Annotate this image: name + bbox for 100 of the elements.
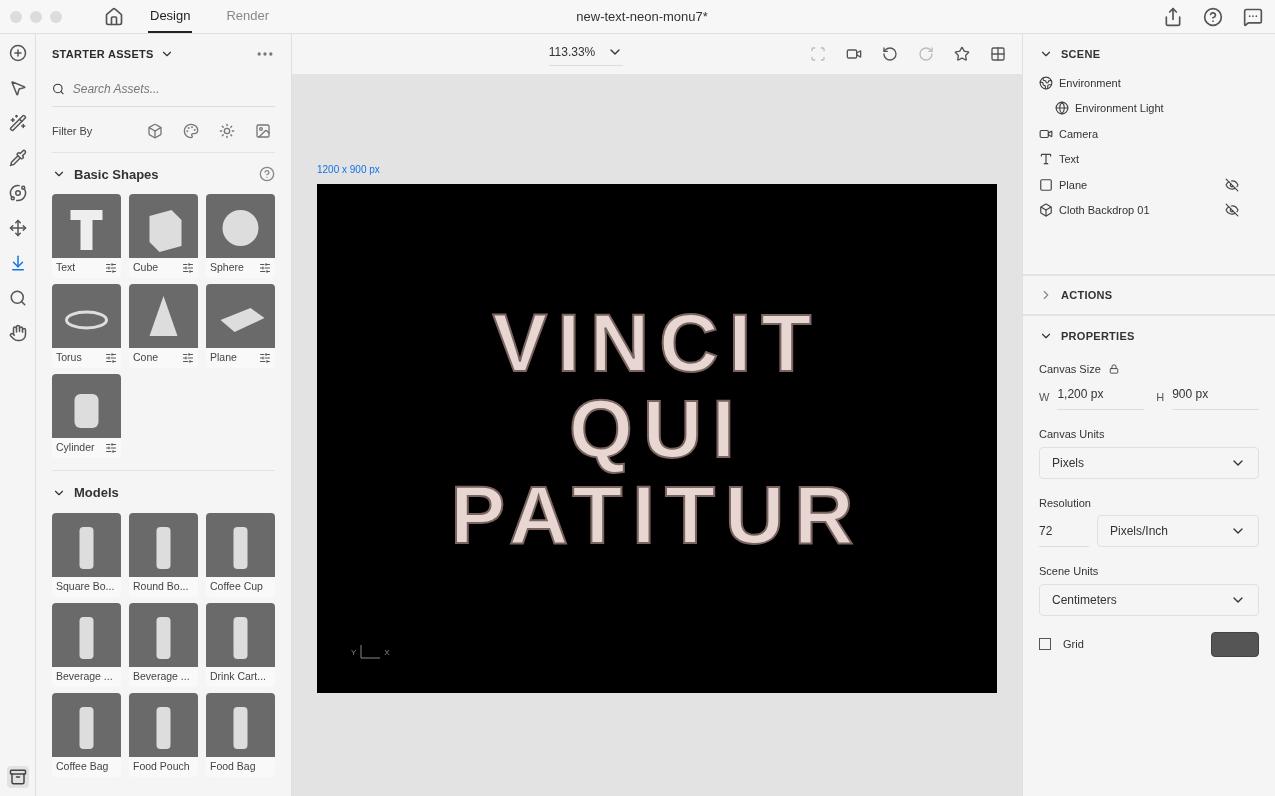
- scene-item[interactable]: Cloth Backdrop 01: [1059, 202, 1219, 219]
- asset-tile[interactable]: Coffee Cup: [206, 512, 275, 597]
- asset-label: Sphere: [210, 260, 244, 276]
- tab[interactable]: Design: [148, 0, 193, 33]
- camera-icon[interactable]: [846, 46, 862, 62]
- help-icon[interactable]: [259, 166, 275, 183]
- light-filter-icon[interactable]: [219, 123, 235, 140]
- panel-title[interactable]: STARTER ASSETS: [52, 45, 154, 63]
- hidden-icon[interactable]: [1225, 203, 1239, 218]
- asset-tile[interactable]: Square Bo...: [52, 512, 121, 597]
- tool-icon[interactable]: [8, 184, 27, 202]
- settings-icon[interactable]: [259, 352, 271, 364]
- asset-label: Drink Cart...: [210, 668, 266, 684]
- asset-thumbnail: [52, 692, 121, 757]
- asset-label: Food Bag: [210, 758, 256, 774]
- settings-icon[interactable]: [182, 352, 194, 364]
- scene-item[interactable]: Text: [1059, 151, 1259, 168]
- section-title[interactable]: Models: [74, 483, 119, 503]
- asset-label: Coffee Cup: [210, 578, 263, 594]
- asset-tile[interactable]: Beverage ...: [52, 602, 121, 687]
- resolution-field[interactable]: 72: [1039, 515, 1089, 547]
- scene-item[interactable]: Environment Light: [1075, 100, 1259, 117]
- help-icon[interactable]: [1203, 6, 1223, 27]
- scene-item[interactable]: Plane: [1059, 176, 1219, 193]
- asset-tile[interactable]: Coffee Bag: [52, 692, 121, 777]
- field-label: Resolution: [1039, 495, 1092, 511]
- asset-thumbnail: [129, 512, 198, 577]
- scene-item[interactable]: Environment: [1059, 74, 1259, 91]
- scene-item-icon: [1039, 203, 1053, 218]
- image-filter-icon[interactable]: [255, 123, 271, 140]
- axis-icon: [360, 645, 381, 659]
- home-icon[interactable]: [104, 6, 124, 27]
- asset-label: Torus: [56, 350, 82, 366]
- resolution-unit-dropdown[interactable]: Pixels/Inch: [1097, 515, 1259, 547]
- render-text: QUI: [569, 386, 745, 473]
- asset-tile[interactable]: Cylinder: [52, 374, 121, 458]
- settings-icon[interactable]: [259, 262, 271, 274]
- settings-icon[interactable]: [105, 442, 117, 454]
- tool-icon[interactable]: [8, 219, 27, 237]
- tool-icon[interactable]: [8, 289, 27, 307]
- field-label: Canvas Units: [1039, 427, 1106, 442]
- asset-thumbnail: [206, 194, 275, 258]
- search-field[interactable]: Search Assets...: [72, 80, 275, 98]
- asset-label: Text: [56, 260, 76, 276]
- asset-thumbnail: [206, 284, 275, 348]
- share-icon[interactable]: [1163, 6, 1183, 27]
- asset-tile[interactable]: Drink Cart...: [206, 602, 275, 687]
- settings-icon[interactable]: [182, 262, 194, 274]
- settings-icon[interactable]: [105, 262, 117, 274]
- tool-icon[interactable]: [8, 149, 27, 167]
- asset-thumbnail: [52, 194, 121, 258]
- asset-tile[interactable]: Plane: [206, 284, 275, 368]
- section-title[interactable]: ACTIONS: [1061, 286, 1113, 304]
- asset-tile[interactable]: Food Bag: [206, 692, 275, 777]
- asset-tile[interactable]: Round Bo...: [129, 512, 198, 597]
- model-filter-icon[interactable]: [147, 123, 163, 140]
- tool-icon[interactable]: [8, 44, 27, 62]
- asset-tile[interactable]: Sphere: [206, 194, 275, 278]
- tool-icon[interactable]: [8, 79, 27, 97]
- star-icon[interactable]: [954, 46, 970, 62]
- comment-icon[interactable]: [1243, 6, 1263, 27]
- lock-icon[interactable]: [1108, 363, 1119, 374]
- settings-icon[interactable]: [105, 352, 117, 364]
- section-title[interactable]: PROPERTIES: [1061, 328, 1135, 345]
- asset-tile[interactable]: Text: [52, 194, 121, 278]
- height-field[interactable]: 900 px: [1172, 385, 1259, 410]
- section-title[interactable]: Basic Shapes: [74, 164, 159, 184]
- asset-label: Beverage ...: [56, 668, 113, 684]
- material-filter-icon[interactable]: [183, 123, 199, 140]
- scene-item[interactable]: Camera: [1059, 125, 1259, 142]
- asset-tile[interactable]: Torus: [52, 284, 121, 368]
- scene-item-icon: [1055, 101, 1069, 116]
- section-title[interactable]: SCENE: [1061, 46, 1101, 63]
- width-field[interactable]: 1,200 px: [1057, 385, 1145, 410]
- field-label: Scene Units: [1039, 564, 1100, 579]
- asset-tile[interactable]: Food Pouch: [129, 692, 198, 777]
- search-icon: [52, 82, 65, 96]
- tool-icon[interactable]: [8, 114, 27, 132]
- asset-tile[interactable]: Cube: [129, 194, 198, 278]
- scene-units-dropdown[interactable]: Centimeters: [1039, 583, 1259, 616]
- grid-checkbox[interactable]: [1039, 638, 1051, 650]
- hidden-icon[interactable]: [1225, 177, 1239, 192]
- tool-icon[interactable]: [8, 324, 27, 342]
- archive-icon[interactable]: [6, 766, 29, 788]
- axis-label: Y: [351, 647, 357, 659]
- axis-label: X: [384, 647, 390, 659]
- asset-thumbnail: [129, 284, 198, 348]
- asset-label: Beverage ...: [133, 668, 190, 684]
- asset-thumbnail: [129, 194, 198, 258]
- render-text: VINCIT: [492, 300, 822, 387]
- canvas-units-dropdown[interactable]: Pixels: [1039, 446, 1259, 479]
- asset-thumbnail: [206, 512, 275, 577]
- grid-icon[interactable]: [990, 46, 1006, 62]
- grid-color-swatch[interactable]: [1211, 631, 1259, 657]
- render-text: PATITUR: [450, 472, 864, 559]
- asset-tile[interactable]: Beverage ...: [129, 602, 198, 687]
- asset-label: Round Bo...: [133, 578, 189, 594]
- asset-label: Cube: [133, 260, 159, 276]
- zoom-dropdown[interactable]: 113.33%: [548, 42, 624, 66]
- asset-tile[interactable]: Cone: [129, 284, 198, 368]
